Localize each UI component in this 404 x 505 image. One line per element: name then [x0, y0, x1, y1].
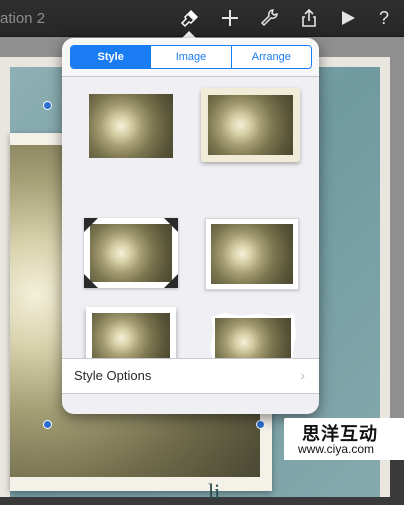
watermark: 思洋互动 www.ciya.com [284, 418, 404, 460]
corner-mount-icon [84, 218, 178, 288]
tab-image[interactable]: Image [151, 46, 232, 68]
tab-control: Style Image Arrange [70, 45, 312, 69]
share-icon[interactable] [297, 6, 321, 30]
plus-icon[interactable] [218, 6, 242, 30]
style-options-row[interactable]: Style Options › [62, 358, 319, 394]
format-popover: Style Image Arrange Style Options › [62, 38, 319, 414]
selection-handle-top[interactable] [43, 101, 52, 110]
watermark-url: www.ciya.com [298, 442, 375, 456]
style-thumb-white-border[interactable] [205, 218, 299, 290]
help-icon[interactable]: ? [372, 6, 396, 30]
tab-style[interactable]: Style [71, 46, 152, 68]
document-title[interactable]: ation 2 [0, 10, 45, 27]
style-thumb-image [92, 313, 170, 363]
style-thumb-image [89, 94, 173, 158]
style-grid [62, 77, 319, 373]
tab-arrange[interactable]: Arrange [231, 46, 311, 68]
paintbrush-icon[interactable] [178, 6, 202, 30]
slide-text[interactable]: li [208, 479, 220, 505]
popover-header: Style Image Arrange [62, 38, 319, 77]
style-thumb-cream-mat[interactable] [201, 88, 300, 162]
chevron-right-icon: › [300, 367, 305, 383]
style-thumb-plain[interactable] [89, 94, 173, 158]
selection-handle-bottom-left[interactable] [43, 420, 52, 429]
play-icon[interactable] [336, 6, 360, 30]
selection-handle-bottom-right[interactable] [256, 420, 265, 429]
style-thumb-image [211, 224, 293, 284]
toolbar: ation 2 ? [0, 0, 404, 37]
style-thumb-image [208, 95, 293, 155]
style-options-label: Style Options [74, 368, 152, 383]
wrench-icon[interactable] [257, 6, 281, 30]
style-thumb-corner-mounts[interactable] [84, 218, 178, 288]
